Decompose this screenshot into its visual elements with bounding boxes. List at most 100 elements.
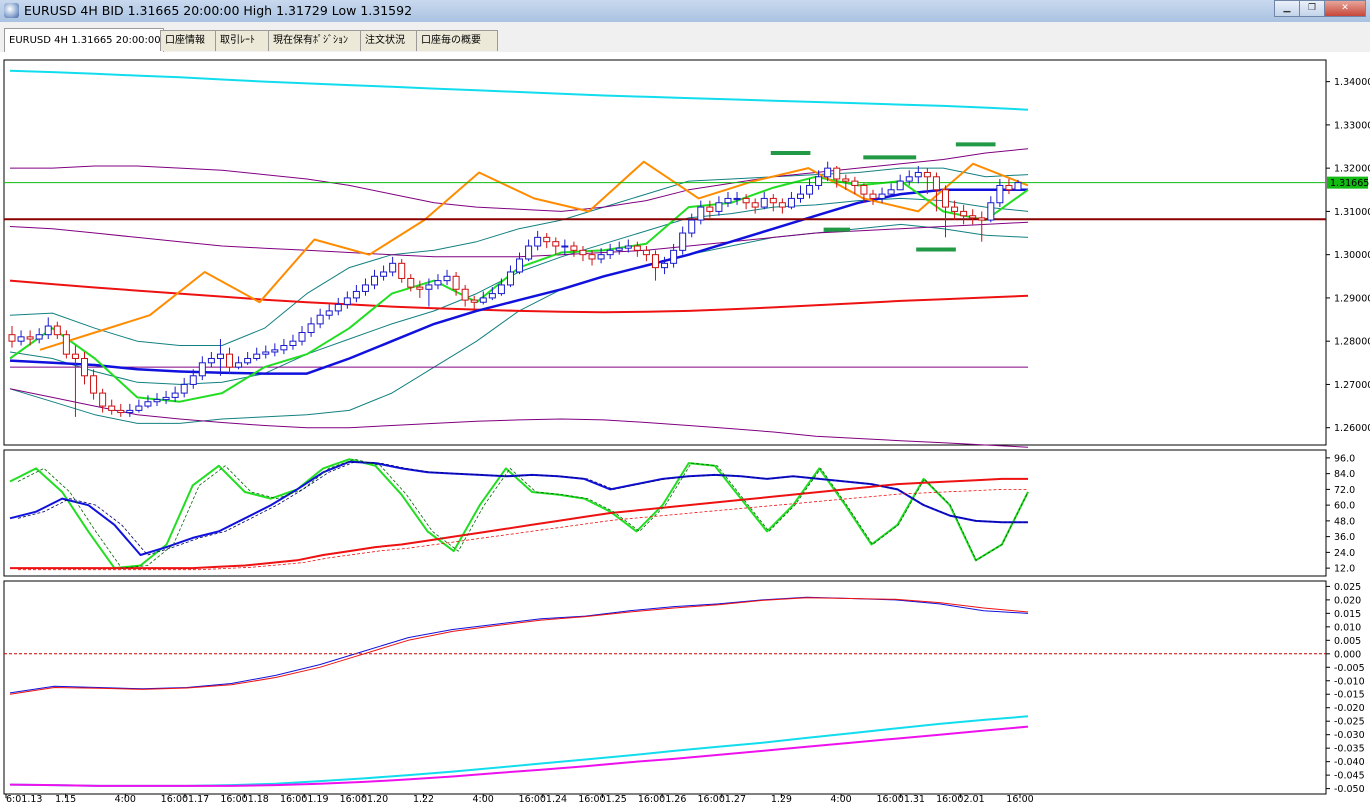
candle-bull: [896, 180, 904, 191]
candle-bull: [289, 340, 297, 347]
candle-bull: [597, 254, 605, 260]
candle-bull: [17, 336, 25, 342]
tab-account-info[interactable]: 口座情報: [160, 30, 218, 51]
candle-bull: [162, 396, 170, 401]
app-icon: [4, 3, 19, 18]
stochastic-panel[interactable]: [3, 449, 1327, 577]
candle-bear: [706, 206, 714, 212]
main-price-panel[interactable]: [3, 59, 1327, 448]
candle-bull: [479, 297, 487, 303]
time-axis: 6:01.13 1.15 4:00 16:001.17 16:001.18 16:001.…: [5, 794, 1034, 805]
candle-bull: [815, 176, 823, 186]
candle-bull: [253, 353, 261, 359]
panel-frame: [3, 580, 1327, 795]
candle-bull: [679, 232, 687, 251]
y-tick-label: 1.32000: [1334, 164, 1370, 175]
candle-bull: [126, 409, 134, 414]
candle-bear: [117, 409, 125, 414]
candle-bull: [996, 184, 1004, 204]
candle-bear: [842, 178, 850, 182]
y-tick-label: 0.010: [1334, 622, 1361, 633]
tab-bar: EURUSD 4H 1.31665 20:00:00 口座情報 取引ﾚｰﾄ 現在…: [0, 22, 1370, 53]
price-label: 1.31665: [1330, 178, 1369, 189]
candle-bull: [371, 275, 379, 286]
y-tick-label: 96.0: [1334, 453, 1355, 464]
candle-bull: [606, 249, 614, 256]
y-tick-label: -0.020: [1334, 703, 1365, 714]
candle-bear: [860, 184, 868, 195]
candle-bull: [796, 193, 804, 199]
candle-bear: [651, 254, 659, 269]
candle-bull: [561, 245, 569, 248]
candle-bear: [416, 286, 424, 290]
candle-bull: [361, 284, 369, 292]
candle-bull: [425, 284, 433, 290]
minimize-icon[interactable]: ▁: [1274, 0, 1300, 17]
candle-bull: [153, 399, 161, 403]
y-tick-label: 1.34000: [1334, 77, 1370, 88]
candle-bull: [180, 383, 188, 394]
y-tick-label: -0.045: [1334, 771, 1365, 782]
macd-panel[interactable]: [3, 580, 1327, 795]
candle-bull: [389, 262, 397, 273]
candle-bear: [81, 357, 89, 377]
y-tick-label: 72.0: [1334, 485, 1355, 496]
candle-bear: [941, 189, 949, 208]
x-tick-label: 1.22: [413, 794, 434, 805]
x-tick-label: 4:00: [830, 794, 851, 805]
x-tick-label: 16:001.18: [220, 794, 269, 805]
candle-bull: [280, 345, 288, 351]
window-controls: ▁ ❐ ✕: [1274, 0, 1366, 17]
x-tick-label: 16:001.19: [280, 794, 329, 805]
chart-area[interactable]: 1.34000 1.33000 1.32000 1.31000 1.30000 1.290…: [0, 52, 1370, 808]
candle-bear: [960, 210, 968, 217]
x-tick-label: 1.15: [55, 794, 76, 805]
tab-account-summary[interactable]: 口座毎の概要: [416, 30, 498, 51]
candle-bull: [235, 362, 243, 368]
y-tick-label: 0.025: [1334, 582, 1361, 593]
x-tick-label: 1.29: [771, 794, 792, 805]
candle-bull: [824, 167, 832, 178]
candle-bear: [951, 206, 959, 212]
x-tick-label: 4:00: [473, 794, 494, 805]
candle-bear: [53, 325, 61, 336]
candle-bear: [8, 334, 16, 342]
candle-bear: [1005, 184, 1013, 191]
candle-bull: [443, 275, 451, 282]
candle-bear: [969, 215, 977, 219]
candle-bear: [633, 245, 641, 251]
x-tick-label: 16:001.20: [340, 794, 389, 805]
price-axes: 1.34000 1.33000 1.32000 1.31000 1.30000 1.290…: [1326, 77, 1370, 795]
x-tick-label: 4:00: [115, 794, 136, 805]
candle-bear: [452, 275, 460, 290]
x-tick-label: 6:01.13: [6, 794, 42, 805]
candle-bear: [851, 180, 859, 186]
y-tick-label: -0.010: [1334, 676, 1365, 687]
candle-bull: [534, 236, 542, 247]
candle-bull: [516, 258, 524, 273]
candle-bull: [380, 271, 388, 277]
candle-bull: [488, 293, 496, 299]
candle-bear: [407, 277, 415, 288]
tab-chart-eurusd[interactable]: EURUSD 4H 1.31665 20:00:00: [4, 28, 164, 52]
tab-trade-rates[interactable]: 取引ﾚｰﾄ: [215, 30, 271, 51]
tab-order-status[interactable]: 注文状況: [360, 30, 420, 51]
candle-bull: [670, 249, 678, 264]
restore-icon[interactable]: ❐: [1299, 0, 1325, 17]
chart-canvas[interactable]: 1.340001.330001.320001.310001.300001.290…: [0, 52, 1370, 808]
y-tick-label: 1.26000: [1334, 423, 1370, 434]
candle-bear: [570, 245, 578, 251]
close-icon[interactable]: ✕: [1324, 0, 1366, 17]
tab-open-positions[interactable]: 現在保有ﾎﾟｼﾞｼｮﾝ: [268, 30, 366, 51]
candle-bull: [787, 197, 795, 208]
candle-bear: [869, 193, 877, 199]
candle-bull: [171, 392, 179, 398]
y-tick-label: -0.015: [1334, 690, 1365, 701]
x-tick-label: 16:001.17: [161, 794, 210, 805]
candle-bull: [878, 193, 886, 199]
candle-bull: [244, 357, 252, 364]
candle-bear: [543, 236, 551, 243]
y-tick-label: 0.020: [1334, 595, 1361, 606]
candle-bear: [642, 249, 650, 256]
y-tick-label: 1.28000: [1334, 337, 1370, 348]
